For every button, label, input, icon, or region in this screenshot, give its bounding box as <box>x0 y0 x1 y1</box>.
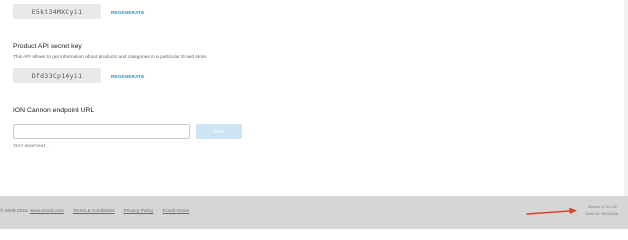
settings-page: E5kt34MXCyi1 REGENERATE Product API secr… <box>0 0 628 229</box>
save-button[interactable]: Save <box>196 124 242 139</box>
product-api-title: Product API secret key <box>13 43 82 50</box>
top-api-key-value: E5kt34MXCyi1 <box>31 7 83 16</box>
store-id-text: Store ID: 99013048 <box>585 212 618 216</box>
footer-link-privacy[interactable]: Privacy Policy <box>124 209 154 214</box>
top-api-key-display: E5kt34MXCyi1 <box>13 4 101 19</box>
product-api-regenerate-link[interactable]: REGENERATE <box>111 74 145 79</box>
copyright-text: © 2009-2015 <box>0 209 28 214</box>
footer-links: © 2009-2015 www.ecwid.com Terms & Condit… <box>0 209 189 214</box>
red-arrow-icon <box>526 207 577 215</box>
footer-link-terms[interactable]: Terms & Conditions <box>73 209 115 214</box>
product-api-key-display: Dfd33Cp14yi1 <box>13 68 101 83</box>
top-regenerate-link[interactable]: REGENERATE <box>111 10 145 15</box>
footer-link-ecwid-home[interactable]: Ecwid Home <box>162 209 189 214</box>
version-text: Version 17.11.437 <box>587 205 618 209</box>
product-api-key-value: Dfd33Cp14yi1 <box>31 71 83 80</box>
page-scrollbar[interactable] <box>624 0 628 196</box>
product-api-description: This API allows to get information about… <box>13 55 208 60</box>
endpoint-url-input[interactable] <box>13 124 190 139</box>
footer-link-ecwid-site[interactable]: www.ecwid.com <box>30 209 64 214</box>
ion-cannon-title: ION Cannon endpoint URL <box>13 107 95 114</box>
test-endpoint-link[interactable]: TEST ENDPOINT... <box>13 144 49 148</box>
